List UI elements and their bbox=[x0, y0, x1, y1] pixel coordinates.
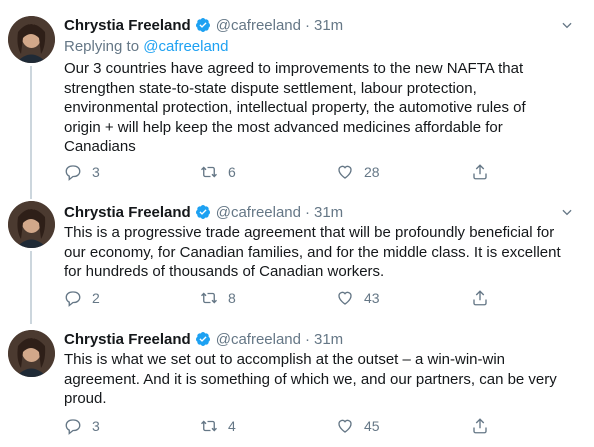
reply-mention-link[interactable]: @cafreeland bbox=[143, 38, 228, 55]
reply-icon bbox=[65, 165, 81, 181]
tweet-text: Our 3 countries have agreed to improveme… bbox=[64, 60, 526, 155]
like-icon bbox=[338, 291, 352, 305]
verified-icon bbox=[195, 18, 210, 32]
share-icon bbox=[473, 418, 487, 434]
author-handle[interactable]: @cafreeland bbox=[216, 204, 301, 221]
retweet-icon bbox=[201, 166, 217, 178]
verified-icon bbox=[195, 332, 210, 346]
timestamp[interactable]: 31m bbox=[314, 17, 343, 34]
share-button[interactable] bbox=[471, 417, 489, 435]
like-count: 43 bbox=[364, 290, 380, 306]
retweet-count: 4 bbox=[228, 418, 236, 434]
retweet-button[interactable]: 6 bbox=[200, 163, 236, 181]
retweet-count: 6 bbox=[228, 164, 236, 180]
reply-count: 3 bbox=[92, 418, 100, 434]
author-name[interactable]: Chrystia Freeland bbox=[64, 331, 191, 348]
author-name[interactable]: Chrystia Freeland bbox=[64, 204, 191, 221]
tweet-text: This is what we set out to accomplish at… bbox=[64, 351, 557, 407]
tweet-header: Chrystia Freeland @cafreeland · 31m bbox=[64, 202, 343, 222]
tweet-header: Chrystia Freeland @cafreeland · 31m bbox=[64, 15, 343, 35]
timestamp[interactable]: 31m bbox=[314, 204, 343, 221]
like-button[interactable]: 45 bbox=[336, 417, 380, 435]
separator-dot: · bbox=[305, 330, 310, 348]
tweet-actions: 2 8 43 bbox=[64, 289, 504, 309]
tweet-header: Chrystia Freeland @cafreeland · 31m bbox=[64, 329, 343, 349]
tweet[interactable]: Chrystia Freeland @cafreeland · 31m Repl… bbox=[0, 0, 594, 199]
like-button[interactable]: 43 bbox=[336, 289, 380, 307]
author-handle[interactable]: @cafreeland bbox=[216, 17, 301, 34]
retweet-icon bbox=[201, 292, 217, 304]
chevron-down-icon[interactable] bbox=[560, 18, 574, 32]
thread-line bbox=[30, 66, 32, 199]
like-count: 45 bbox=[364, 418, 380, 434]
author-handle[interactable]: @cafreeland bbox=[216, 331, 301, 348]
tweet-text: This is a progressive trade agreement th… bbox=[64, 224, 561, 280]
tweet-actions: 3 6 28 bbox=[64, 163, 504, 183]
reply-icon bbox=[65, 291, 81, 307]
author-name[interactable]: Chrystia Freeland bbox=[64, 17, 191, 34]
tweet[interactable]: Chrystia Freeland @cafreeland · 31m This… bbox=[0, 195, 594, 324]
separator-dot: · bbox=[305, 16, 310, 34]
replying-to-label: Replying to bbox=[64, 38, 144, 55]
share-button[interactable] bbox=[471, 163, 489, 181]
avatar[interactable] bbox=[8, 201, 55, 248]
like-icon bbox=[338, 419, 352, 433]
avatar[interactable] bbox=[8, 16, 55, 63]
share-icon bbox=[473, 164, 487, 180]
reply-button[interactable]: 3 bbox=[64, 163, 100, 181]
like-icon bbox=[338, 165, 352, 179]
retweet-icon bbox=[201, 420, 217, 432]
retweet-count: 8 bbox=[228, 290, 236, 306]
share-button[interactable] bbox=[471, 289, 489, 307]
like-button[interactable]: 28 bbox=[336, 163, 380, 181]
replying-to: Replying to @cafreeland bbox=[64, 38, 229, 55]
retweet-button[interactable]: 4 bbox=[200, 417, 236, 435]
reply-count: 3 bbox=[92, 164, 100, 180]
reply-count: 2 bbox=[92, 290, 100, 306]
thread-line bbox=[30, 251, 32, 324]
reply-icon bbox=[65, 419, 81, 435]
reply-button[interactable]: 2 bbox=[64, 289, 100, 307]
retweet-button[interactable]: 8 bbox=[200, 289, 236, 307]
share-icon bbox=[473, 290, 487, 306]
verified-icon bbox=[195, 205, 210, 219]
tweet[interactable]: Chrystia Freeland @cafreeland · 31m This… bbox=[0, 320, 594, 447]
like-count: 28 bbox=[364, 164, 380, 180]
separator-dot: · bbox=[305, 203, 310, 221]
tweet-actions: 3 4 45 bbox=[64, 417, 504, 437]
timestamp[interactable]: 31m bbox=[314, 331, 343, 348]
reply-button[interactable]: 3 bbox=[64, 417, 100, 435]
avatar[interactable] bbox=[8, 330, 55, 377]
chevron-down-icon[interactable] bbox=[560, 205, 574, 219]
